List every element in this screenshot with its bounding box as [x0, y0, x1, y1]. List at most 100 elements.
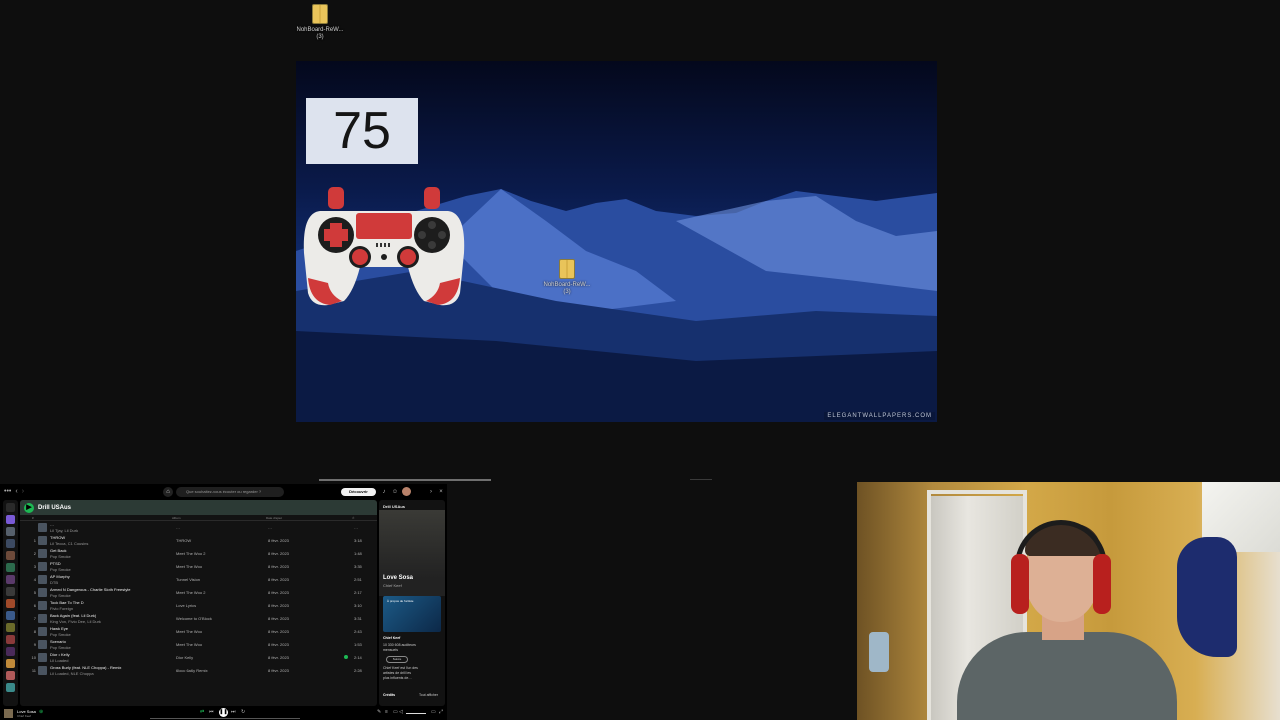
volume-slider[interactable]	[406, 713, 426, 714]
liked-check-icon[interactable]	[344, 655, 348, 659]
track-title[interactable]: Dior • Kelly	[50, 652, 70, 657]
track-artist[interactable]: King Von, Fivio Dee, Lil Durk	[50, 619, 101, 624]
sidebar-item-playlist[interactable]	[6, 599, 15, 608]
sidebar-item-playlist[interactable]	[6, 647, 15, 656]
track-artist[interactable]: Pop Smoke	[50, 632, 71, 637]
sidebar-item-playlist[interactable]	[6, 683, 15, 692]
song-title[interactable]: Love Sosa	[383, 575, 413, 581]
sidebar-item-playlist[interactable]	[6, 575, 15, 584]
premium-button[interactable]: Découvrir Premium	[341, 488, 376, 502]
sidebar-item-playlist[interactable]	[6, 551, 15, 560]
show-all-link[interactable]: Tout afficher	[419, 693, 438, 697]
minimize-icon[interactable]: ›	[427, 488, 435, 496]
avatar[interactable]	[402, 487, 411, 496]
track-artist[interactable]: Lil Loaded	[50, 658, 68, 663]
friends-icon[interactable]: ☺	[391, 488, 399, 496]
progress-bar[interactable]	[150, 718, 300, 719]
remote-desktop-view[interactable]: 75 NohBoard-ReW... (3) ELEGANTWALLPAPERS…	[296, 61, 937, 422]
track-row[interactable]: 10 Dior • Kelly Lil Loaded Dior Kelly 8 févr…	[20, 651, 377, 664]
track-row[interactable]: 1 THROW Lil Tecca, C1 Cousins THROW 8 févr. …	[20, 534, 377, 547]
track-title[interactable]: Hawk Eye	[50, 626, 68, 631]
sidebar-item-playlist[interactable]	[6, 671, 15, 680]
library-icon[interactable]	[6, 503, 15, 512]
track-album[interactable]: Meet The Woo	[176, 564, 202, 569]
track-row[interactable]: 11 Gross Burly (feat. NLE Choppa) - Remix…	[20, 664, 377, 677]
sidebar-item-playlist[interactable]	[6, 611, 15, 620]
track-artist[interactable]: Fivio Foreign	[50, 606, 73, 611]
close-icon[interactable]: ×	[437, 488, 445, 496]
play-pause-button[interactable]: ❚❚	[219, 708, 228, 717]
track-artist[interactable]: Pop Smoke	[50, 645, 71, 650]
track-artist[interactable]: Pop Smoke	[50, 593, 71, 598]
next-icon[interactable]: ⏭	[231, 709, 236, 715]
forward-arrow-icon[interactable]: ›	[22, 488, 24, 495]
track-title[interactable]: Tock Bae To The D	[50, 600, 84, 605]
track-album[interactable]: Love Lyrics	[176, 603, 196, 608]
track-album[interactable]: Tunnel Vision	[176, 577, 200, 582]
volume-icon[interactable]: ◁	[399, 709, 403, 715]
repeat-icon[interactable]: ↻	[241, 709, 245, 715]
track-title[interactable]: PTSD	[50, 561, 61, 566]
track-artist[interactable]: Lil Tecca, C1 Cousins	[50, 541, 88, 546]
track-album[interactable]: Dior Kelly	[176, 655, 193, 660]
home-icon[interactable]: ⌂	[163, 487, 173, 497]
track-artist[interactable]: Lil Tjay, Lil Durk	[50, 528, 78, 533]
search-input[interactable]: Que souhaitez-vous écouter ou regarder ?	[176, 487, 284, 497]
track-title[interactable]: Gross Burly (feat. NLE Choppa) - Remix	[50, 665, 121, 670]
desktop-zip-icon[interactable]: NohBoard-ReW... (3)	[292, 4, 348, 41]
spotify-window[interactable]: ••• ‹ › ⌂ Que souhaitez-vous écouter ou …	[0, 484, 447, 720]
scroll-indicator[interactable]	[319, 479, 491, 481]
follow-button[interactable]: Suivre	[386, 656, 408, 663]
track-album[interactable]: Welcome to O'Block	[176, 616, 212, 621]
track-row[interactable]: 3 PTSD Pop Smoke Meet The Woo 8 févr. 2023 3:…	[20, 560, 377, 573]
menu-dots-icon[interactable]: •••	[4, 488, 11, 495]
track-artist[interactable]: Lil Loaded, NLE Choppa	[50, 671, 94, 676]
track-title[interactable]: Scenario	[50, 639, 66, 644]
track-row[interactable]: 4 AP Murphy DTB Tunnel Vision 8 févr. 2023 2:…	[20, 573, 377, 586]
track-album[interactable]: Meet The Woo 2	[176, 551, 205, 556]
desktop-zip-icon-2[interactable]: NohBoard-ReW... (3)	[538, 259, 596, 296]
fullscreen-icon[interactable]: ⤢	[439, 709, 443, 715]
track-title[interactable]: …	[50, 522, 54, 527]
track-album[interactable]: Meet The Woo	[176, 629, 202, 634]
track-title[interactable]: THROW	[50, 535, 65, 540]
track-artist[interactable]: Pop Smoke	[50, 554, 71, 559]
track-album[interactable]: THROW	[176, 538, 191, 543]
back-arrow-icon[interactable]: ‹	[15, 488, 17, 495]
track-album[interactable]: Meet The Woo	[176, 642, 202, 647]
track-row[interactable]: 8 Hawk Eye Pop Smoke Meet The Woo 8 févr. 20…	[20, 625, 377, 638]
track-row[interactable]: … Lil Tjay, Lil Durk………	[20, 521, 377, 534]
sidebar-item-liked[interactable]	[6, 515, 15, 524]
track-artist[interactable]: Pop Smoke	[50, 567, 71, 572]
track-album[interactable]: Meet The Woo 2	[176, 590, 205, 595]
track-title[interactable]: Get Back	[50, 548, 66, 553]
add-liked-icon[interactable]: ⊕	[39, 709, 43, 715]
sidebar-item-playlist[interactable]	[6, 635, 15, 644]
sidebar-item-playlist[interactable]	[6, 527, 15, 536]
queue-icon[interactable]: ≡	[385, 709, 388, 715]
track-artist[interactable]: DTB	[50, 580, 58, 585]
now-playing-thumb[interactable]	[4, 708, 13, 718]
sidebar-item-playlist[interactable]	[6, 623, 15, 632]
sidebar-item-playlist[interactable]	[6, 587, 15, 596]
sidebar-item-playlist[interactable]	[6, 563, 15, 572]
play-button[interactable]: ▶	[24, 502, 34, 513]
track-row[interactable]: 5 Armed N Dangerous - Charlie Sloth Frees…	[20, 586, 377, 599]
track-row[interactable]: 2 Get Back Pop Smoke Meet The Woo 2 8 févr. …	[20, 547, 377, 560]
shuffle-icon[interactable]: ⇄	[200, 709, 204, 715]
track-album[interactable]: 6locc 6a6y Remix	[176, 668, 208, 673]
track-row[interactable]: 7 Back Again (feat. Lil Durk) King Von, Fi…	[20, 612, 377, 625]
now-playing-artist[interactable]: Chief Keef	[17, 714, 36, 718]
sidebar-item-playlist[interactable]	[6, 539, 15, 548]
song-artist[interactable]: Chief Keef	[383, 583, 402, 588]
track-album[interactable]: …	[176, 525, 180, 530]
miniplayer-icon[interactable]: ▭	[431, 709, 436, 715]
track-title[interactable]: Back Again (feat. Lil Durk)	[50, 613, 96, 618]
track-row[interactable]: 6 Tock Bae To The D Fivio Foreign Love Lyri…	[20, 599, 377, 612]
track-title[interactable]: Armed N Dangerous - Charlie Sloth Freest…	[50, 587, 130, 592]
devices-icon[interactable]: ▭	[393, 709, 398, 715]
bell-icon[interactable]: ♪	[380, 488, 388, 496]
now-playing-title[interactable]: Love Sosa	[17, 709, 36, 714]
sidebar-item-playlist[interactable]	[6, 659, 15, 668]
artist-card[interactable]: À propos de l'artiste	[383, 596, 441, 632]
